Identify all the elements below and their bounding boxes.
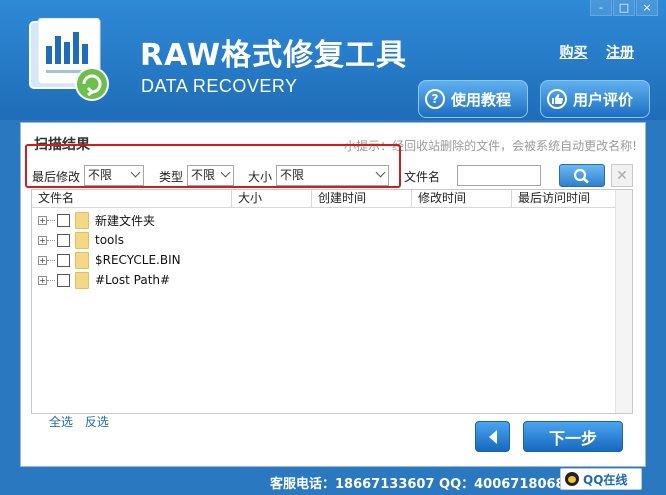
qq-online-label: QQ在线 <box>583 472 628 487</box>
window-controls: - □ × <box>589 0 658 16</box>
chevron-down-icon <box>375 167 386 178</box>
type-label: 类型 <box>159 170 184 184</box>
close-icon: ✕ <box>616 167 628 184</box>
expand-icon[interactable]: + <box>38 235 47 245</box>
select-all-link[interactable]: 全选 <box>49 415 73 429</box>
chevron-down-icon <box>130 167 141 178</box>
row-name: #Lost Path# <box>95 273 171 287</box>
folder-icon <box>75 211 89 229</box>
search-icon <box>573 168 589 183</box>
row-name: tools <box>95 233 124 247</box>
col-created[interactable]: 创建时间 <box>312 190 412 207</box>
selection-links: 全选 反选 <box>49 413 117 430</box>
modified-label: 最后修改 <box>32 170 81 184</box>
row-name: 新建文件夹 <box>95 213 156 228</box>
expand-icon[interactable]: + <box>38 275 47 285</box>
row-checkbox[interactable] <box>57 233 70 247</box>
invert-selection-link[interactable]: 反选 <box>85 415 109 429</box>
app-title: RAW格式修复工具 <box>140 38 408 73</box>
minimize-button[interactable]: - <box>590 0 612 16</box>
arrow-left-icon <box>488 429 497 444</box>
scan-panel: 扫描结果 小提示：经回收站删除的文件，会被系统自动更改名称! 最后修改 不限 类… <box>20 122 646 467</box>
table-row[interactable]: + #Lost Path# <box>32 270 170 290</box>
col-modified[interactable]: 修改时间 <box>412 190 512 207</box>
filename-label: 文件名 <box>404 170 441 184</box>
table-row[interactable]: + $RECYCLE.BIN <box>32 250 181 270</box>
size-label: 大小 <box>248 170 273 184</box>
row-name: $RECYCLE.BIN <box>95 253 181 267</box>
clear-filter-button[interactable]: ✕ <box>611 164 633 187</box>
review-button[interactable]: 用户评价 <box>540 80 650 118</box>
type-select[interactable]: 不限 <box>187 165 234 186</box>
register-link[interactable]: 注册 <box>606 45 634 61</box>
close-button[interactable]: × <box>636 0 658 16</box>
filename-input[interactable] <box>457 165 541 186</box>
folder-icon <box>75 251 89 269</box>
col-filename[interactable]: 文件名 <box>32 190 232 207</box>
qq-icon <box>565 472 579 486</box>
tutorial-button[interactable]: ? 使用教程 <box>418 80 528 118</box>
next-button[interactable]: 下一步 <box>523 421 623 452</box>
tutorial-label: 使用教程 <box>451 90 512 109</box>
size-select[interactable]: 不限 <box>276 165 389 186</box>
chevron-down-icon <box>220 167 231 178</box>
modified-select[interactable]: 不限 <box>84 165 144 186</box>
question-icon: ? <box>425 89 445 109</box>
file-table: 文件名 大小 创建时间 修改时间 最后访问时间 + 新建文件夹 + tools … <box>31 189 633 414</box>
folder-icon <box>75 231 89 249</box>
expand-icon[interactable]: + <box>38 255 47 265</box>
table-scrollbar[interactable] <box>615 190 632 413</box>
review-label: 用户评价 <box>573 90 634 109</box>
buy-link[interactable]: 购买 <box>560 45 588 61</box>
size-value: 不限 <box>280 168 305 182</box>
search-button[interactable] <box>559 164 605 187</box>
thumb-icon <box>547 89 567 109</box>
col-accessed[interactable]: 最后访问时间 <box>512 190 616 207</box>
app-logo-icon <box>28 17 112 104</box>
back-button[interactable] <box>475 421 510 452</box>
app-header: RAW格式修复工具 DATA RECOVERY 购买 注册 - □ × ? 使用… <box>0 0 666 120</box>
row-checkbox[interactable] <box>57 253 70 267</box>
row-checkbox[interactable] <box>57 273 70 287</box>
table-row[interactable]: + 新建文件夹 <box>32 210 155 230</box>
top-links: 购买 注册 <box>546 42 634 62</box>
restore-button[interactable]: □ <box>613 0 635 16</box>
qq-online-button[interactable]: QQ在线 <box>560 468 642 490</box>
table-row[interactable]: + tools <box>32 230 124 250</box>
expand-icon[interactable]: + <box>38 215 47 225</box>
app-subtitle: DATA RECOVERY <box>141 76 298 96</box>
modified-value: 不限 <box>88 168 113 182</box>
row-checkbox[interactable] <box>57 213 70 227</box>
type-value: 不限 <box>191 168 216 182</box>
folder-icon <box>75 271 89 289</box>
contact-info: 客服电话：18667133607 QQ：4006718068 <box>270 477 565 492</box>
table-header: 文件名 大小 创建时间 修改时间 最后访问时间 <box>32 190 632 208</box>
col-size[interactable]: 大小 <box>232 190 312 207</box>
